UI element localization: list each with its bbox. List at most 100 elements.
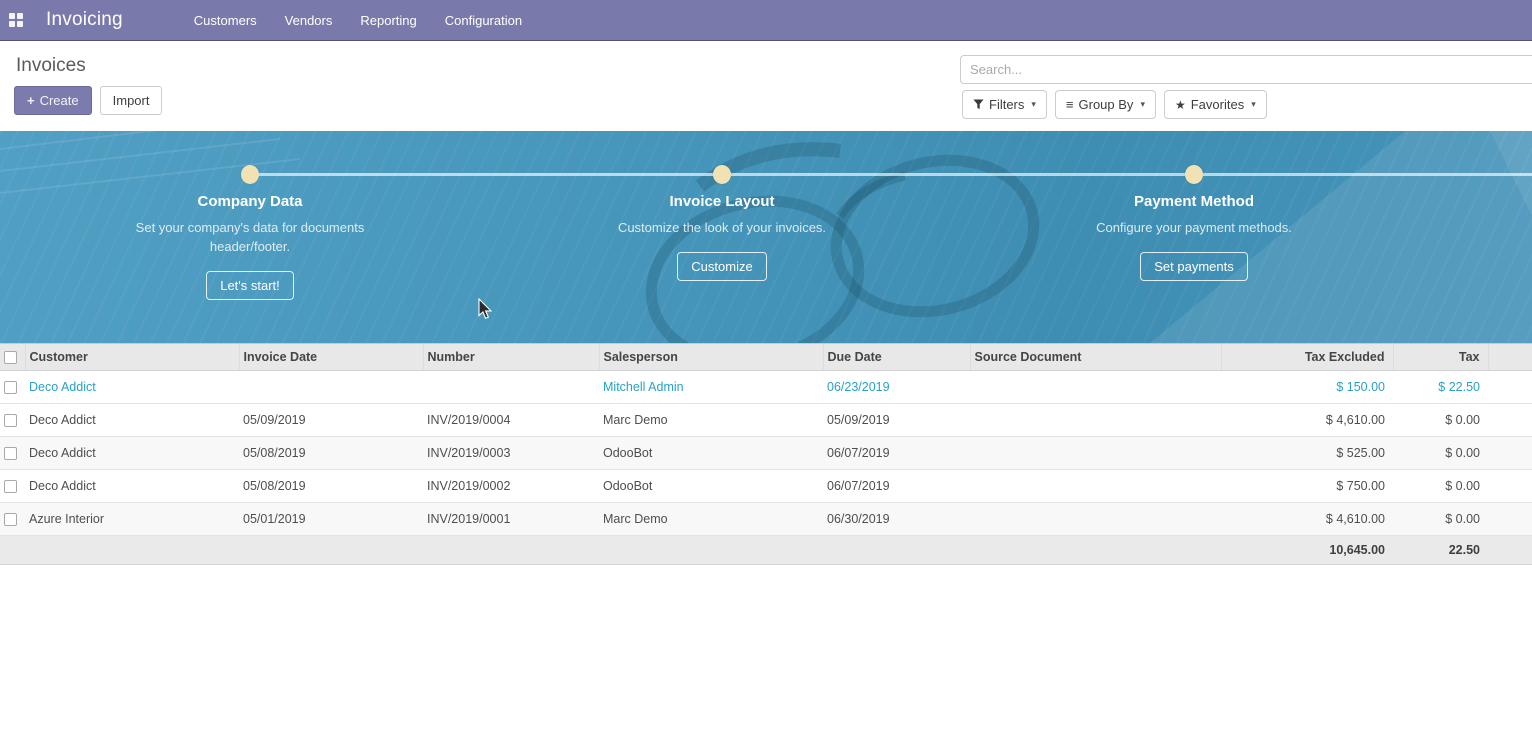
favorites-button-label: Favorites <box>1191 97 1244 112</box>
app-name[interactable]: Invoicing <box>46 9 123 31</box>
cell-customer[interactable]: Deco Addict <box>25 437 239 470</box>
cell-source-document[interactable] <box>970 371 1221 404</box>
cell-invoice-date[interactable] <box>239 371 423 404</box>
onboarding-step-payment-method: Payment Method Configure your payment me… <box>958 193 1430 300</box>
star-icon: ★ <box>1175 98 1186 112</box>
total-tax: 22.50 <box>1393 536 1488 565</box>
chevron-down-icon: ▾ <box>1140 99 1145 110</box>
set-payments-button[interactable]: Set payments <box>1140 252 1248 281</box>
cell-source-document[interactable] <box>970 503 1221 536</box>
cell-due-date[interactable]: 06/07/2019 <box>823 470 970 503</box>
create-button[interactable]: + Create <box>14 86 92 115</box>
cell-tax[interactable]: $ 0.00 <box>1393 437 1488 470</box>
col-header-due-date[interactable]: Due Date <box>823 344 970 371</box>
row-checkbox[interactable] <box>4 513 17 526</box>
table-footer: 10,645.00 22.50 <box>0 536 1532 565</box>
step-description: Set your company's data for documents he… <box>120 219 380 257</box>
cell-salesperson[interactable]: OdooBot <box>599 470 823 503</box>
group-by-button[interactable]: ≡ Group By ▾ <box>1055 90 1156 119</box>
onboarding-steps: Company Data Set your company's data for… <box>14 193 1430 300</box>
table-row[interactable]: Deco Addict Mitchell Admin 06/23/2019 $ … <box>0 371 1532 404</box>
step-title: Invoice Layout <box>486 193 958 210</box>
cell-salesperson[interactable]: OdooBot <box>599 437 823 470</box>
table-row[interactable]: Deco Addict 05/08/2019 INV/2019/0003 Odo… <box>0 437 1532 470</box>
cell-invoice-date[interactable]: 05/01/2019 <box>239 503 423 536</box>
cell-number[interactable]: INV/2019/0001 <box>423 503 599 536</box>
create-button-label: Create <box>40 93 79 108</box>
import-button-label: Import <box>113 93 150 108</box>
cell-tax-excluded[interactable]: $ 525.00 <box>1221 437 1393 470</box>
customize-button[interactable]: Customize <box>677 252 766 281</box>
table-row[interactable]: Deco Addict 05/09/2019 INV/2019/0004 Mar… <box>0 404 1532 437</box>
apps-menu-icon[interactable] <box>9 13 23 27</box>
cell-tax[interactable]: $ 0.00 <box>1393 404 1488 437</box>
cell-invoice-date[interactable]: 05/08/2019 <box>239 437 423 470</box>
cell-customer[interactable]: Deco Addict <box>25 371 239 404</box>
cell-due-date[interactable]: 05/09/2019 <box>823 404 970 437</box>
col-header-number[interactable]: Number <box>423 344 599 371</box>
cell-customer[interactable]: Deco Addict <box>25 404 239 437</box>
cell-invoice-date[interactable]: 05/08/2019 <box>239 470 423 503</box>
cell-tax-excluded[interactable]: $ 4,610.00 <box>1221 503 1393 536</box>
row-checkbox[interactable] <box>4 381 17 394</box>
col-header-customer[interactable]: Customer <box>25 344 239 371</box>
search-filter-buttons: Filters ▾ ≡ Group By ▾ ★ Favorites ▾ <box>962 90 1267 119</box>
step-description: Customize the look of your invoices. <box>592 219 852 238</box>
nav-item-vendors[interactable]: Vendors <box>271 0 347 41</box>
cell-customer[interactable]: Azure Interior <box>25 503 239 536</box>
cell-salesperson[interactable]: Mitchell Admin <box>599 371 823 404</box>
cell-tax[interactable]: $ 0.00 <box>1393 470 1488 503</box>
cell-number[interactable] <box>423 371 599 404</box>
onboarding-step-invoice-layout: Invoice Layout Customize the look of you… <box>486 193 958 300</box>
search-input[interactable] <box>960 55 1532 84</box>
step-title: Company Data <box>14 193 486 210</box>
cell-salesperson[interactable]: Marc Demo <box>599 404 823 437</box>
group-by-button-label: Group By <box>1079 97 1134 112</box>
col-header-source-document[interactable]: Source Document <box>970 344 1221 371</box>
row-checkbox[interactable] <box>4 447 17 460</box>
select-all-checkbox[interactable] <box>4 351 17 364</box>
step-title: Payment Method <box>958 193 1430 210</box>
cell-source-document[interactable] <box>970 404 1221 437</box>
cell-due-date[interactable]: 06/30/2019 <box>823 503 970 536</box>
row-checkbox[interactable] <box>4 480 17 493</box>
total-tax-excluded: 10,645.00 <box>1221 536 1393 565</box>
action-buttons: + Create Import <box>14 86 162 115</box>
cell-number[interactable]: INV/2019/0004 <box>423 404 599 437</box>
table-row[interactable]: Azure Interior 05/01/2019 INV/2019/0001 … <box>0 503 1532 536</box>
cell-tax-excluded[interactable]: $ 150.00 <box>1221 371 1393 404</box>
cell-invoice-date[interactable]: 05/09/2019 <box>239 404 423 437</box>
filters-button-label: Filters <box>989 97 1024 112</box>
chevron-down-icon: ▾ <box>1251 99 1256 110</box>
lets-start-button[interactable]: Let's start! <box>206 271 294 300</box>
table-row[interactable]: Deco Addict 05/08/2019 INV/2019/0002 Odo… <box>0 470 1532 503</box>
cell-number[interactable]: INV/2019/0002 <box>423 470 599 503</box>
favorites-button[interactable]: ★ Favorites ▾ <box>1164 90 1267 119</box>
filters-button[interactable]: Filters ▾ <box>962 90 1047 119</box>
cell-customer[interactable]: Deco Addict <box>25 470 239 503</box>
col-header-tax[interactable]: Tax <box>1393 344 1488 371</box>
table-body: Deco Addict Mitchell Admin 06/23/2019 $ … <box>0 371 1532 536</box>
import-button[interactable]: Import <box>100 86 163 115</box>
cell-due-date[interactable]: 06/07/2019 <box>823 437 970 470</box>
col-header-salesperson[interactable]: Salesperson <box>599 344 823 371</box>
invoice-list-table: Customer Invoice Date Number Salesperson… <box>0 343 1532 565</box>
row-checkbox[interactable] <box>4 414 17 427</box>
nav-item-customers[interactable]: Customers <box>180 0 271 41</box>
cell-tax-excluded[interactable]: $ 750.00 <box>1221 470 1393 503</box>
cell-number[interactable]: INV/2019/0003 <box>423 437 599 470</box>
cell-tax-excluded[interactable]: $ 4,610.00 <box>1221 404 1393 437</box>
nav-item-configuration[interactable]: Configuration <box>431 0 536 41</box>
cell-due-date[interactable]: 06/23/2019 <box>823 371 970 404</box>
cell-tax[interactable]: $ 22.50 <box>1393 371 1488 404</box>
cell-tax[interactable]: $ 0.00 <box>1393 503 1488 536</box>
cell-source-document[interactable] <box>970 470 1221 503</box>
nav-item-reporting[interactable]: Reporting <box>346 0 430 41</box>
table-header: Customer Invoice Date Number Salesperson… <box>0 344 1532 371</box>
col-header-invoice-date[interactable]: Invoice Date <box>239 344 423 371</box>
cell-salesperson[interactable]: Marc Demo <box>599 503 823 536</box>
step-description: Configure your payment methods. <box>1064 219 1324 238</box>
col-header-tax-excluded[interactable]: Tax Excluded <box>1221 344 1393 371</box>
mouse-cursor <box>478 298 494 320</box>
cell-source-document[interactable] <box>970 437 1221 470</box>
